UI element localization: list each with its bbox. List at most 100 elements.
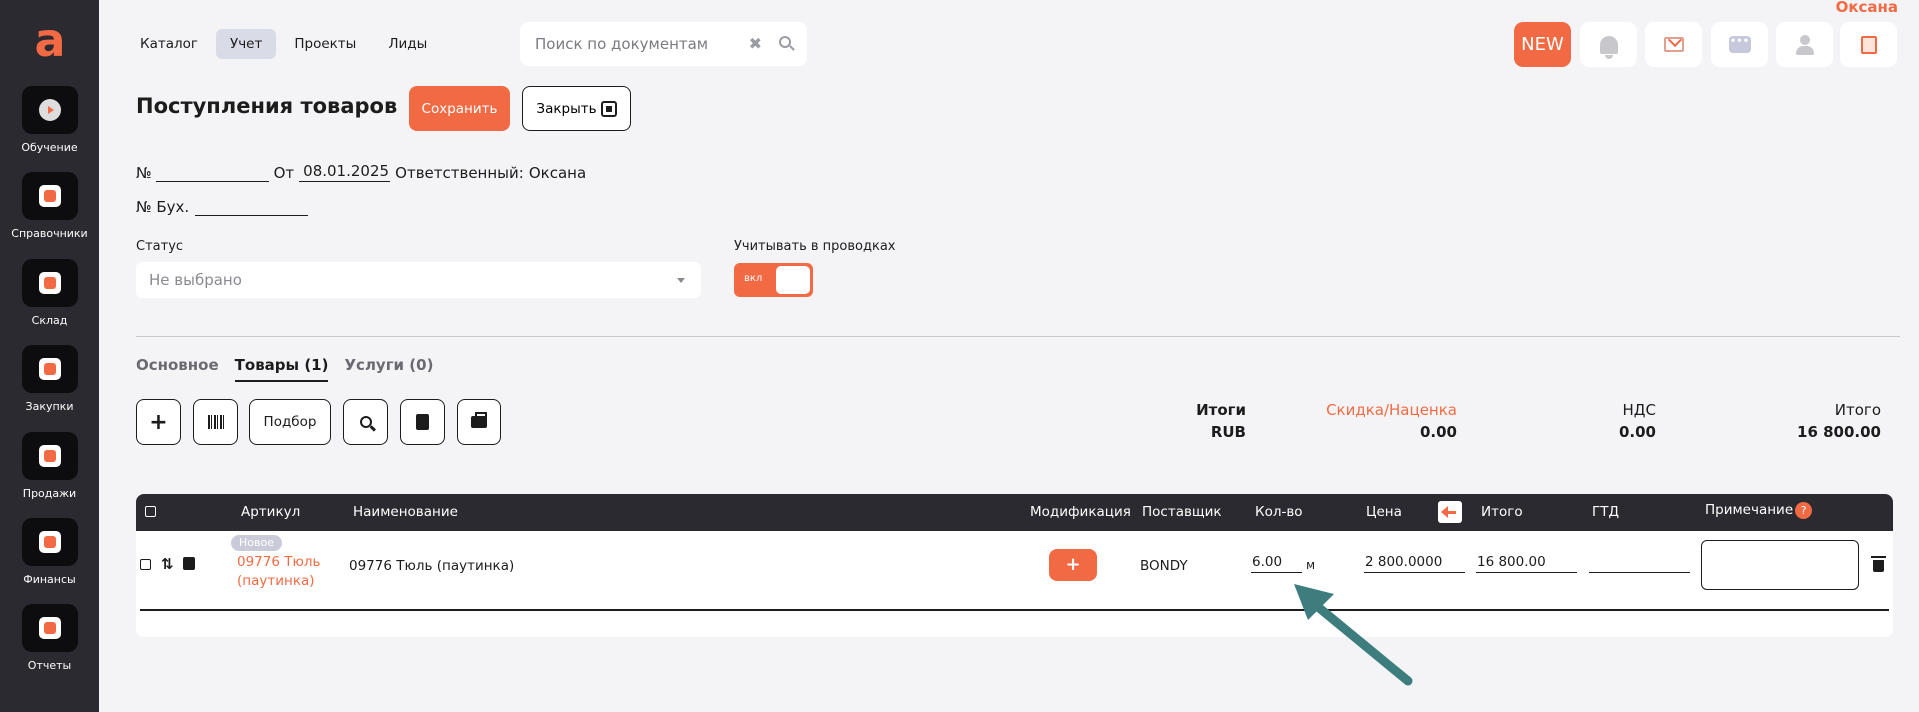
gtd-input[interactable] (1589, 554, 1690, 573)
purchase-icon (38, 358, 61, 380)
clear-icon[interactable]: ✖ (749, 34, 762, 53)
help-icon[interactable]: ? (1795, 502, 1813, 519)
discount-total: Скидка/Наценка 0.00 (1326, 401, 1457, 441)
sidebar-item-finance[interactable]: Финансы (0, 518, 99, 586)
nav-tab-accounting[interactable]: Учет (215, 29, 277, 59)
acc-number-label: № Бух. (136, 198, 190, 216)
totals-label: Итоги (1196, 401, 1246, 419)
qty-input[interactable]: 6.00 (1251, 554, 1302, 573)
add-modification-button[interactable]: + (1049, 549, 1097, 581)
acc-number-field[interactable] (195, 196, 309, 216)
sidebar-button[interactable] (21, 518, 78, 566)
tab-goods[interactable]: Товары (1) (234, 356, 329, 382)
posting-toggle[interactable]: вкл (734, 263, 813, 297)
profile-button[interactable] (1776, 22, 1833, 67)
status-select[interactable]: Не выбрано (136, 262, 701, 298)
nav-tab-leads[interactable]: Лиды (374, 29, 441, 59)
sidebar-item-learning[interactable]: Обучение (0, 86, 99, 154)
bell-icon (1599, 35, 1618, 59)
sort-icon[interactable]: ⇅ (161, 555, 174, 573)
mail-button[interactable] (1645, 22, 1702, 67)
logout-button[interactable] (1840, 22, 1897, 67)
col-name[interactable]: Наименование (353, 504, 458, 520)
sidebar-button[interactable] (21, 432, 78, 480)
trash-icon[interactable] (1871, 556, 1886, 572)
tag-icon (38, 445, 61, 467)
discount-value: 0.00 (1419, 423, 1457, 441)
search-input[interactable] (535, 35, 745, 53)
plus-icon: + (149, 409, 168, 435)
date-label: От (273, 164, 295, 182)
row-total-input[interactable]: 16 800.00 (1476, 554, 1577, 573)
notifications-button[interactable] (1580, 22, 1637, 67)
chevron-down-icon (677, 278, 685, 283)
status-value: Не выбрано (149, 271, 242, 289)
discount-label[interactable]: Скидка/Наценка (1326, 401, 1457, 419)
tab-services[interactable]: Услуги (0) (344, 356, 433, 382)
nav-tab-catalog[interactable]: Каталог (126, 29, 212, 59)
new-button[interactable]: NEW (1514, 22, 1571, 67)
number-field[interactable] (155, 162, 269, 182)
select-all-checkbox[interactable] (145, 505, 156, 521)
unit-label: м (1306, 558, 1316, 572)
arrow-left-icon[interactable] (1438, 501, 1462, 523)
select-goods-button[interactable]: Подбор (249, 399, 331, 445)
sidebar-item-references[interactable]: Справочники (0, 172, 99, 240)
barcode-button[interactable] (193, 399, 238, 445)
add-row-button[interactable]: + (136, 399, 181, 445)
sidebar-button[interactable] (21, 86, 78, 134)
sidebar-item-label: Справочники (11, 227, 88, 240)
article-link[interactable]: 09776 Тюль (паутинка) (237, 553, 337, 591)
vat-total: НДС 0.00 (1619, 401, 1656, 441)
sidebar-item-reports[interactable]: Отчеты (0, 604, 99, 672)
note-input[interactable] (1701, 540, 1859, 590)
app-logo[interactable]: a (30, 17, 70, 63)
user-icon (1795, 34, 1814, 55)
toggle-label: вкл (744, 273, 763, 284)
chat-button[interactable]: ••• (1711, 22, 1768, 67)
tab-main[interactable]: Основное (136, 356, 219, 382)
nav-tab-projects[interactable]: Проекты (280, 29, 370, 59)
briefcase-button[interactable] (457, 399, 501, 445)
col-modification: Модификация (1030, 504, 1131, 520)
vat-value: 0.00 (1618, 423, 1656, 441)
goods-table: Артикул Наименование Модификация Поставщ… (136, 494, 1893, 637)
report-icon (38, 617, 61, 639)
sidebar-item-warehouse[interactable]: Склад (0, 259, 99, 327)
date-field[interactable]: 08.01.2025 (299, 162, 391, 182)
sidebar-button[interactable] (21, 345, 78, 393)
col-note-label: Примечание (1705, 502, 1794, 518)
play-icon (38, 99, 61, 121)
search-icon[interactable] (779, 36, 791, 48)
responsible-label: Ответственный: (395, 164, 524, 182)
mail-icon (1663, 37, 1684, 52)
acc-number-row: № Бух. (136, 196, 309, 216)
number-row: № От 08.01.2025 Ответственный: Оксана (136, 162, 586, 182)
chat-icon: ••• (1728, 36, 1751, 53)
row-divider (140, 609, 1889, 611)
number-label: № (136, 164, 152, 182)
save-button[interactable]: Сохранить (409, 86, 510, 131)
posting-label: Учитывать в проводках (734, 239, 896, 254)
sidebar-item-sales[interactable]: Продажи (0, 432, 99, 500)
sidebar-button[interactable] (21, 259, 78, 307)
sidebar-button[interactable] (21, 172, 78, 220)
finance-icon (38, 531, 61, 553)
sidebar-item-purchases[interactable]: Закупки (0, 345, 99, 413)
sidebar-item-label: Финансы (23, 573, 76, 586)
catalog-button[interactable] (400, 399, 445, 445)
col-article[interactable]: Артикул (241, 504, 300, 520)
row-checkbox[interactable] (140, 558, 151, 574)
copy-icon[interactable] (183, 557, 195, 570)
close-button[interactable]: Закрыть (522, 86, 631, 131)
col-supplier: Поставщик (1142, 504, 1222, 520)
sidebar-item-label: Обучение (21, 141, 78, 154)
price-input[interactable]: 2 800.0000 (1364, 554, 1465, 573)
search-goods-button[interactable] (343, 399, 388, 445)
col-qty: Кол-во (1255, 504, 1303, 520)
barcode-icon (207, 415, 224, 429)
user-name[interactable]: Оксана (1836, 0, 1898, 16)
top-nav: Каталог Учет Проекты Лиды (126, 29, 441, 59)
sidebar: a Обучение Справочники Склад Закупки Про… (0, 0, 99, 712)
sidebar-button[interactable] (21, 604, 78, 652)
